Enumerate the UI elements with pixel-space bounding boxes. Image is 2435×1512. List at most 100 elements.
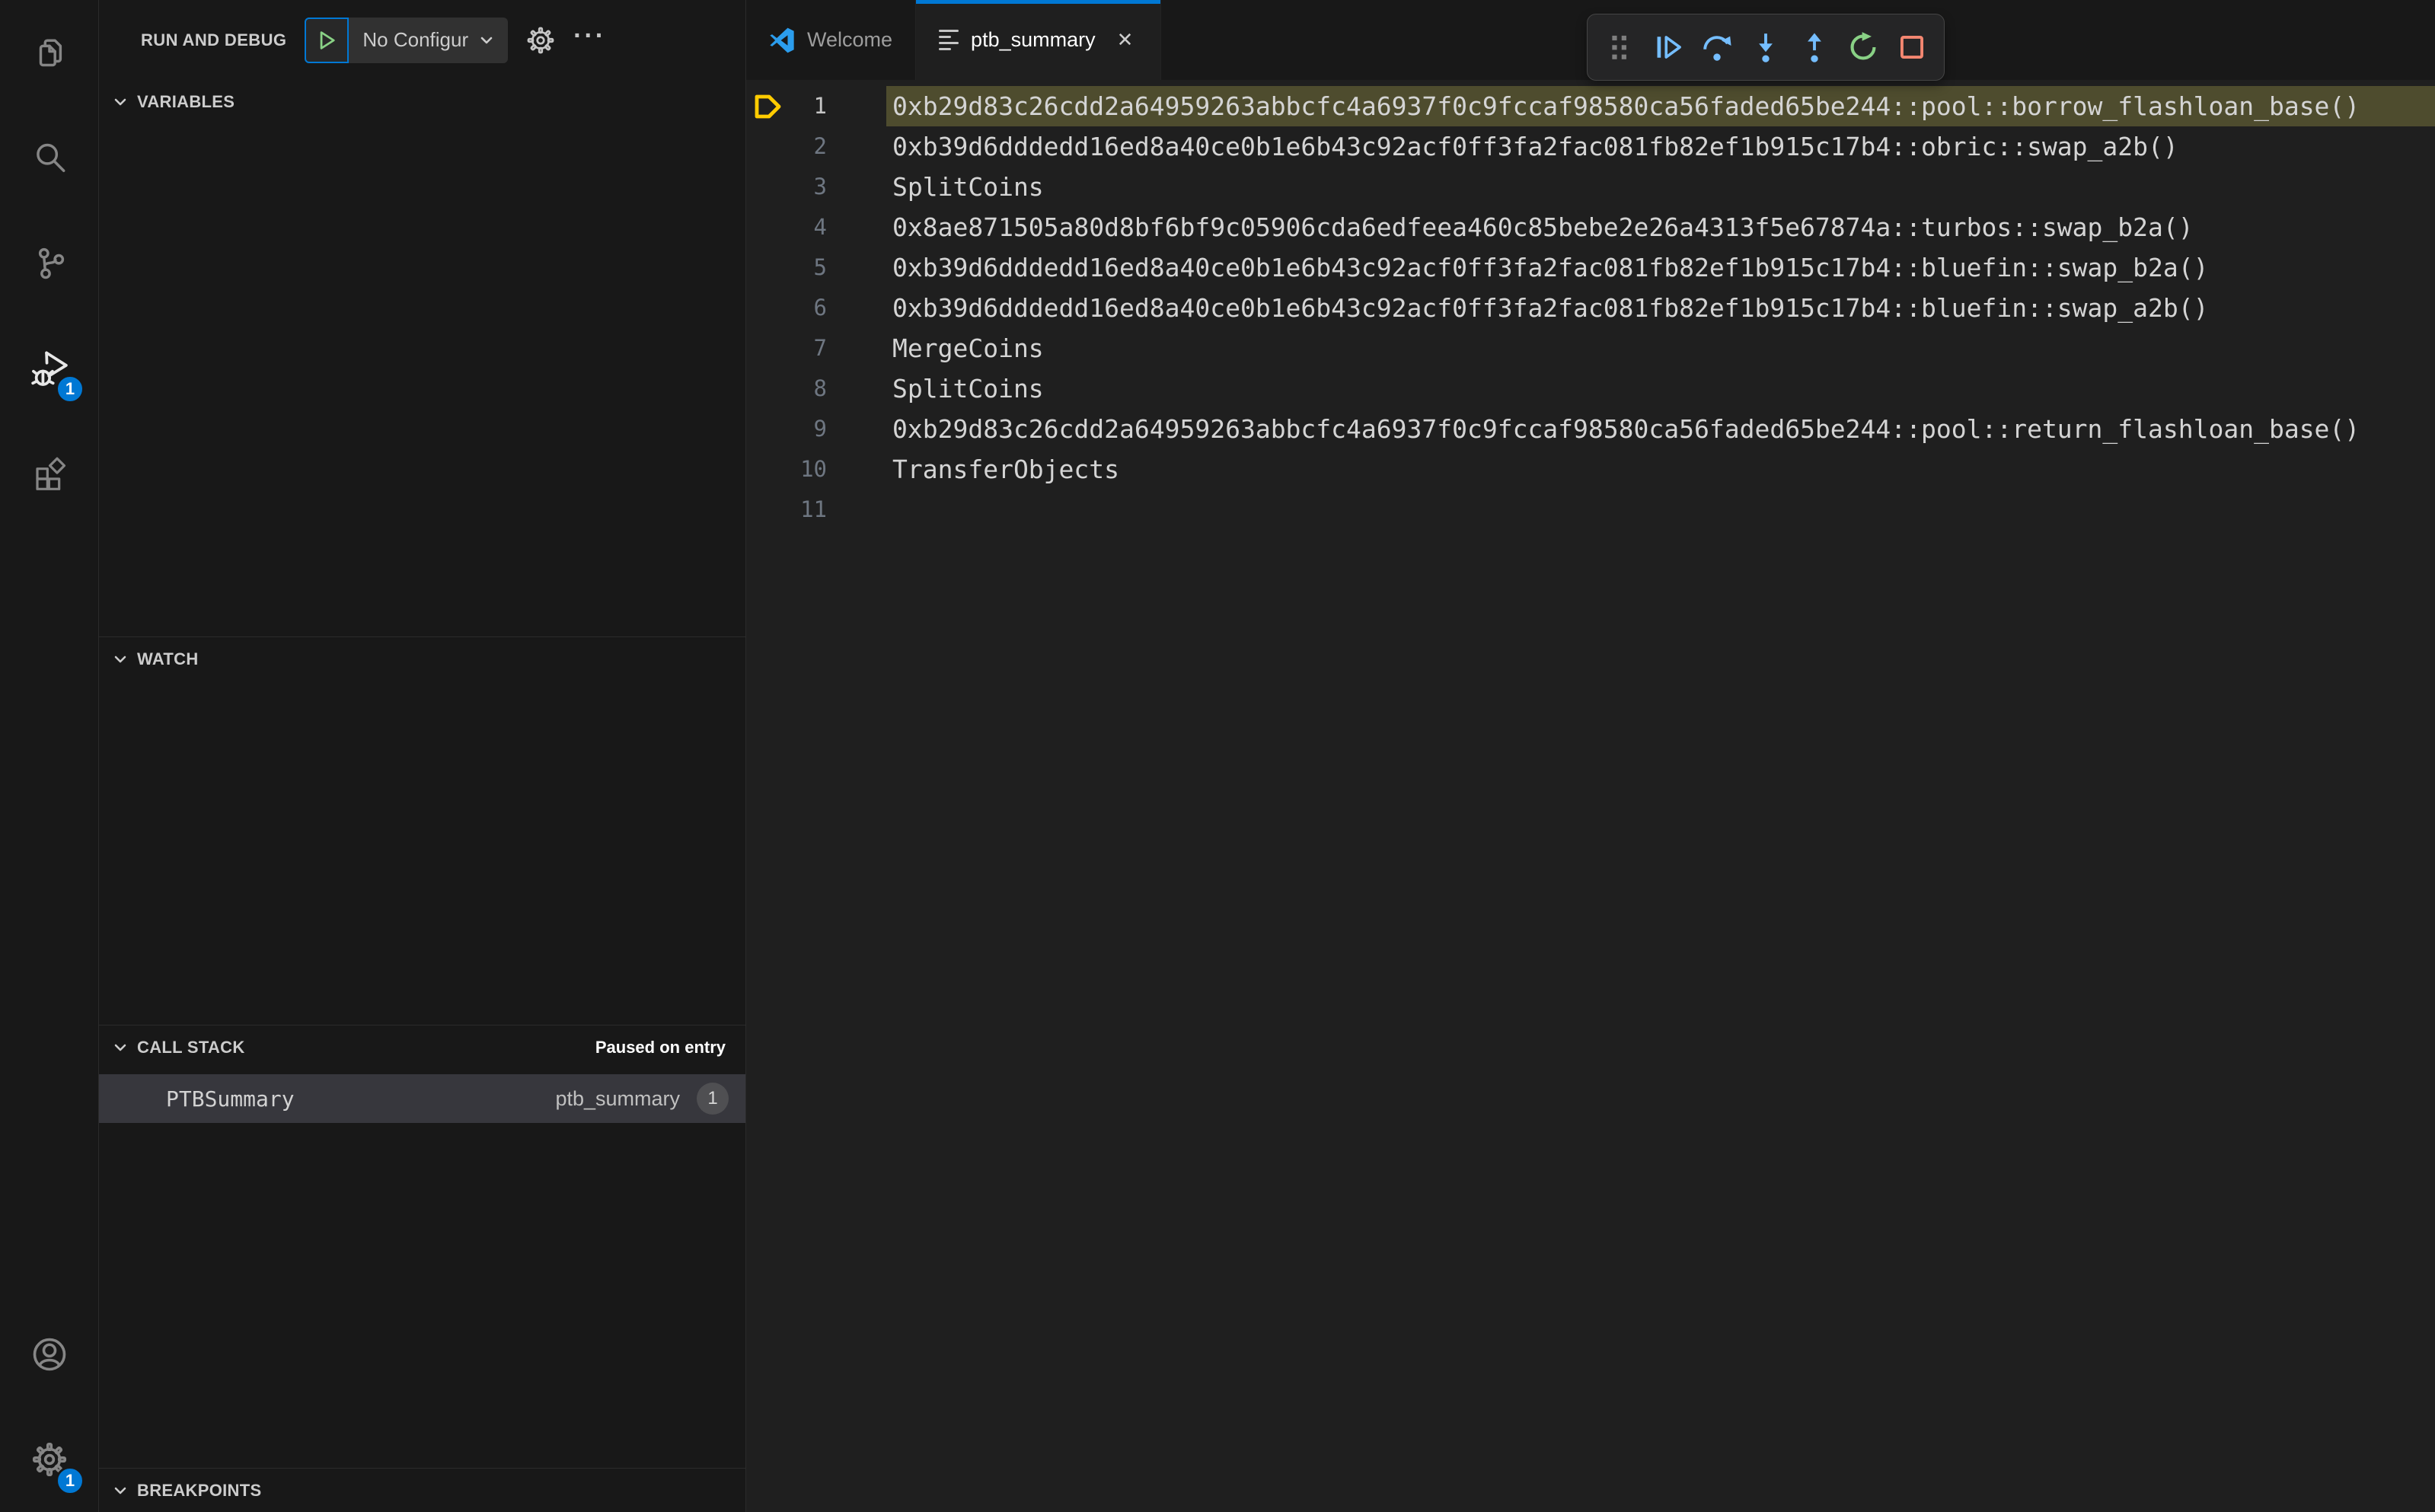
line-gutter[interactable]: 6 <box>746 288 845 328</box>
line-gutter[interactable]: 9 <box>746 409 845 449</box>
code-line-text: SplitCoins <box>892 374 1044 404</box>
line-gutter[interactable]: 5 <box>746 247 845 288</box>
start-debugging-button[interactable] <box>305 17 349 63</box>
variables-pane-body <box>99 124 745 636</box>
sidebar-item-search[interactable] <box>0 105 98 210</box>
sidebar-item-explorer[interactable] <box>0 0 98 105</box>
variables-pane-header[interactable]: VARIABLES <box>99 80 745 124</box>
call-stack-frame[interactable]: PTBSummary ptb_summary 1 <box>99 1074 745 1123</box>
source-control-icon <box>38 247 64 279</box>
call-stack-pane-body: PTBSummary ptb_summary 1 <box>99 1070 745 1468</box>
run-and-debug-sidebar: RUN AND DEBUG No Configur ··· VARIABLES … <box>99 0 746 1512</box>
line-gutter[interactable]: 11 <box>746 490 845 530</box>
code-line-text: 0xb29d83c26cdd2a64959263abbcfc4a6937f0c9… <box>886 86 2435 126</box>
line-number: 7 <box>813 335 827 361</box>
line-number: 5 <box>813 254 827 280</box>
toolbar-drag-handle[interactable] <box>1595 18 1644 76</box>
tab-welcome[interactable]: Welcome <box>746 0 917 80</box>
close-icon[interactable]: ✕ <box>1112 25 1138 55</box>
gutter-spacer <box>845 207 886 247</box>
variables-pane-title: VARIABLES <box>137 92 235 111</box>
line-gutter[interactable]: 4 <box>746 207 845 247</box>
step-into-button[interactable] <box>1741 18 1790 76</box>
chevron-down-icon <box>114 98 126 106</box>
step-out-button[interactable] <box>1790 18 1839 76</box>
line-gutter[interactable]: 2 <box>746 126 845 167</box>
line-gutter[interactable]: 10 <box>746 449 845 490</box>
gutter-spacer <box>845 126 886 167</box>
vscode-logo-icon <box>770 27 794 53</box>
line-number: 3 <box>813 174 827 199</box>
debug-configuration-label: No Configur <box>362 28 469 51</box>
sidebar-item-extensions[interactable] <box>0 420 98 525</box>
play-icon <box>321 30 336 49</box>
list-icon <box>939 26 959 54</box>
stop-button[interactable] <box>1888 18 1936 76</box>
gutter-spacer <box>845 288 886 328</box>
call-stack-pane-title: CALL STACK <box>137 1038 245 1057</box>
sidebar-item-run-and-debug[interactable]: 1 <box>0 315 98 420</box>
code-line[interactable]: 6 0xb39d6dddedd16ed8a40ce0b1e6b43c92acf0f… <box>746 288 2435 328</box>
account-icon <box>33 1338 65 1371</box>
line-number: 8 <box>813 375 827 401</box>
step-out-icon <box>1808 33 1821 62</box>
settings-button[interactable]: 1 <box>0 1407 98 1512</box>
tab-ptb-summary[interactable]: ptb_summary ✕ <box>916 0 1162 80</box>
search-icon <box>36 143 65 172</box>
more-actions-button[interactable]: ··· <box>573 23 606 58</box>
watch-pane-title: WATCH <box>137 649 199 668</box>
gripper-icon <box>1612 35 1626 59</box>
restart-button[interactable] <box>1839 18 1888 76</box>
code-line[interactable]: 10 TransferObjects <box>746 449 2435 490</box>
code-line-text: 0xb39d6dddedd16ed8a40ce0b1e6b43c92acf0ff… <box>892 132 2178 161</box>
continue-button[interactable] <box>1644 18 1693 76</box>
step-over-icon <box>1703 36 1731 61</box>
chevron-down-icon <box>114 656 126 663</box>
chevron-down-icon <box>114 1044 126 1051</box>
restart-icon <box>1850 32 1876 60</box>
frame-badge: 1 <box>697 1083 729 1115</box>
step-into-icon <box>1759 33 1773 62</box>
debug-pause-status: Paused on entry <box>595 1038 726 1057</box>
gear-icon <box>527 27 554 53</box>
line-gutter[interactable]: 3 <box>746 167 845 207</box>
code-line[interactable]: 1 0xb29d83c26cdd2a64959263abbcfc4a6937f0c… <box>746 86 2435 126</box>
launch-control: No Configur <box>305 17 509 63</box>
accounts-button[interactable] <box>0 1302 98 1407</box>
watch-pane-header[interactable]: WATCH <box>99 637 745 681</box>
gutter-spacer <box>845 490 886 530</box>
code-line-text: SplitCoins <box>892 172 1044 202</box>
debug-badge: 1 <box>56 375 85 404</box>
line-gutter[interactable]: 8 <box>746 368 845 409</box>
code-line[interactable]: 3 SplitCoins <box>746 167 2435 207</box>
code-line[interactable]: 4 0x8ae871505a80d8bf6bf9c05906cda6edfeea4… <box>746 207 2435 247</box>
line-number: 11 <box>800 496 827 522</box>
frame-name: PTBSummary <box>166 1086 295 1112</box>
sidebar-item-source-control[interactable] <box>0 210 98 315</box>
call-stack-pane-header[interactable]: CALL STACK Paused on entry <box>99 1026 745 1070</box>
code-editor[interactable]: 1 0xb29d83c26cdd2a64959263abbcfc4a6937f0c… <box>746 80 2435 1512</box>
stop-icon <box>1900 36 1923 59</box>
code-line[interactable]: 9 0xb29d83c26cdd2a64959263abbcfc4a6937f0c… <box>746 409 2435 449</box>
files-icon <box>39 39 62 67</box>
line-gutter[interactable]: 1 <box>746 86 845 126</box>
debug-configuration-dropdown[interactable]: No Configur <box>349 18 508 63</box>
code-line[interactable]: 2 0xb39d6dddedd16ed8a40ce0b1e6b43c92acf0f… <box>746 126 2435 167</box>
code-line[interactable]: 5 0xb39d6dddedd16ed8a40ce0b1e6b43c92acf0f… <box>746 247 2435 288</box>
line-gutter[interactable]: 7 <box>746 328 845 368</box>
step-over-button[interactable] <box>1693 18 1741 76</box>
settings-badge: 1 <box>56 1466 85 1495</box>
code-line[interactable]: 8 SplitCoins <box>746 368 2435 409</box>
configure-launch-button[interactable] <box>526 26 555 55</box>
breakpoints-pane-header[interactable]: BREAKPOINTS <box>99 1469 745 1512</box>
activity-bar-top: 1 <box>0 0 98 525</box>
activity-bar: 1 1 <box>0 0 99 1512</box>
code-line[interactable]: 7 MergeCoins <box>746 328 2435 368</box>
line-number: 6 <box>813 295 827 321</box>
tab-bar: Welcome ptb_summary ✕ <box>746 0 2435 81</box>
chevron-down-icon <box>114 1487 126 1494</box>
code-line[interactable]: 11 <box>746 490 2435 530</box>
extensions-icon <box>35 457 65 490</box>
sidebar-header: RUN AND DEBUG No Configur ··· <box>99 0 745 80</box>
code-lines: 1 0xb29d83c26cdd2a64959263abbcfc4a6937f0c… <box>746 86 2435 530</box>
